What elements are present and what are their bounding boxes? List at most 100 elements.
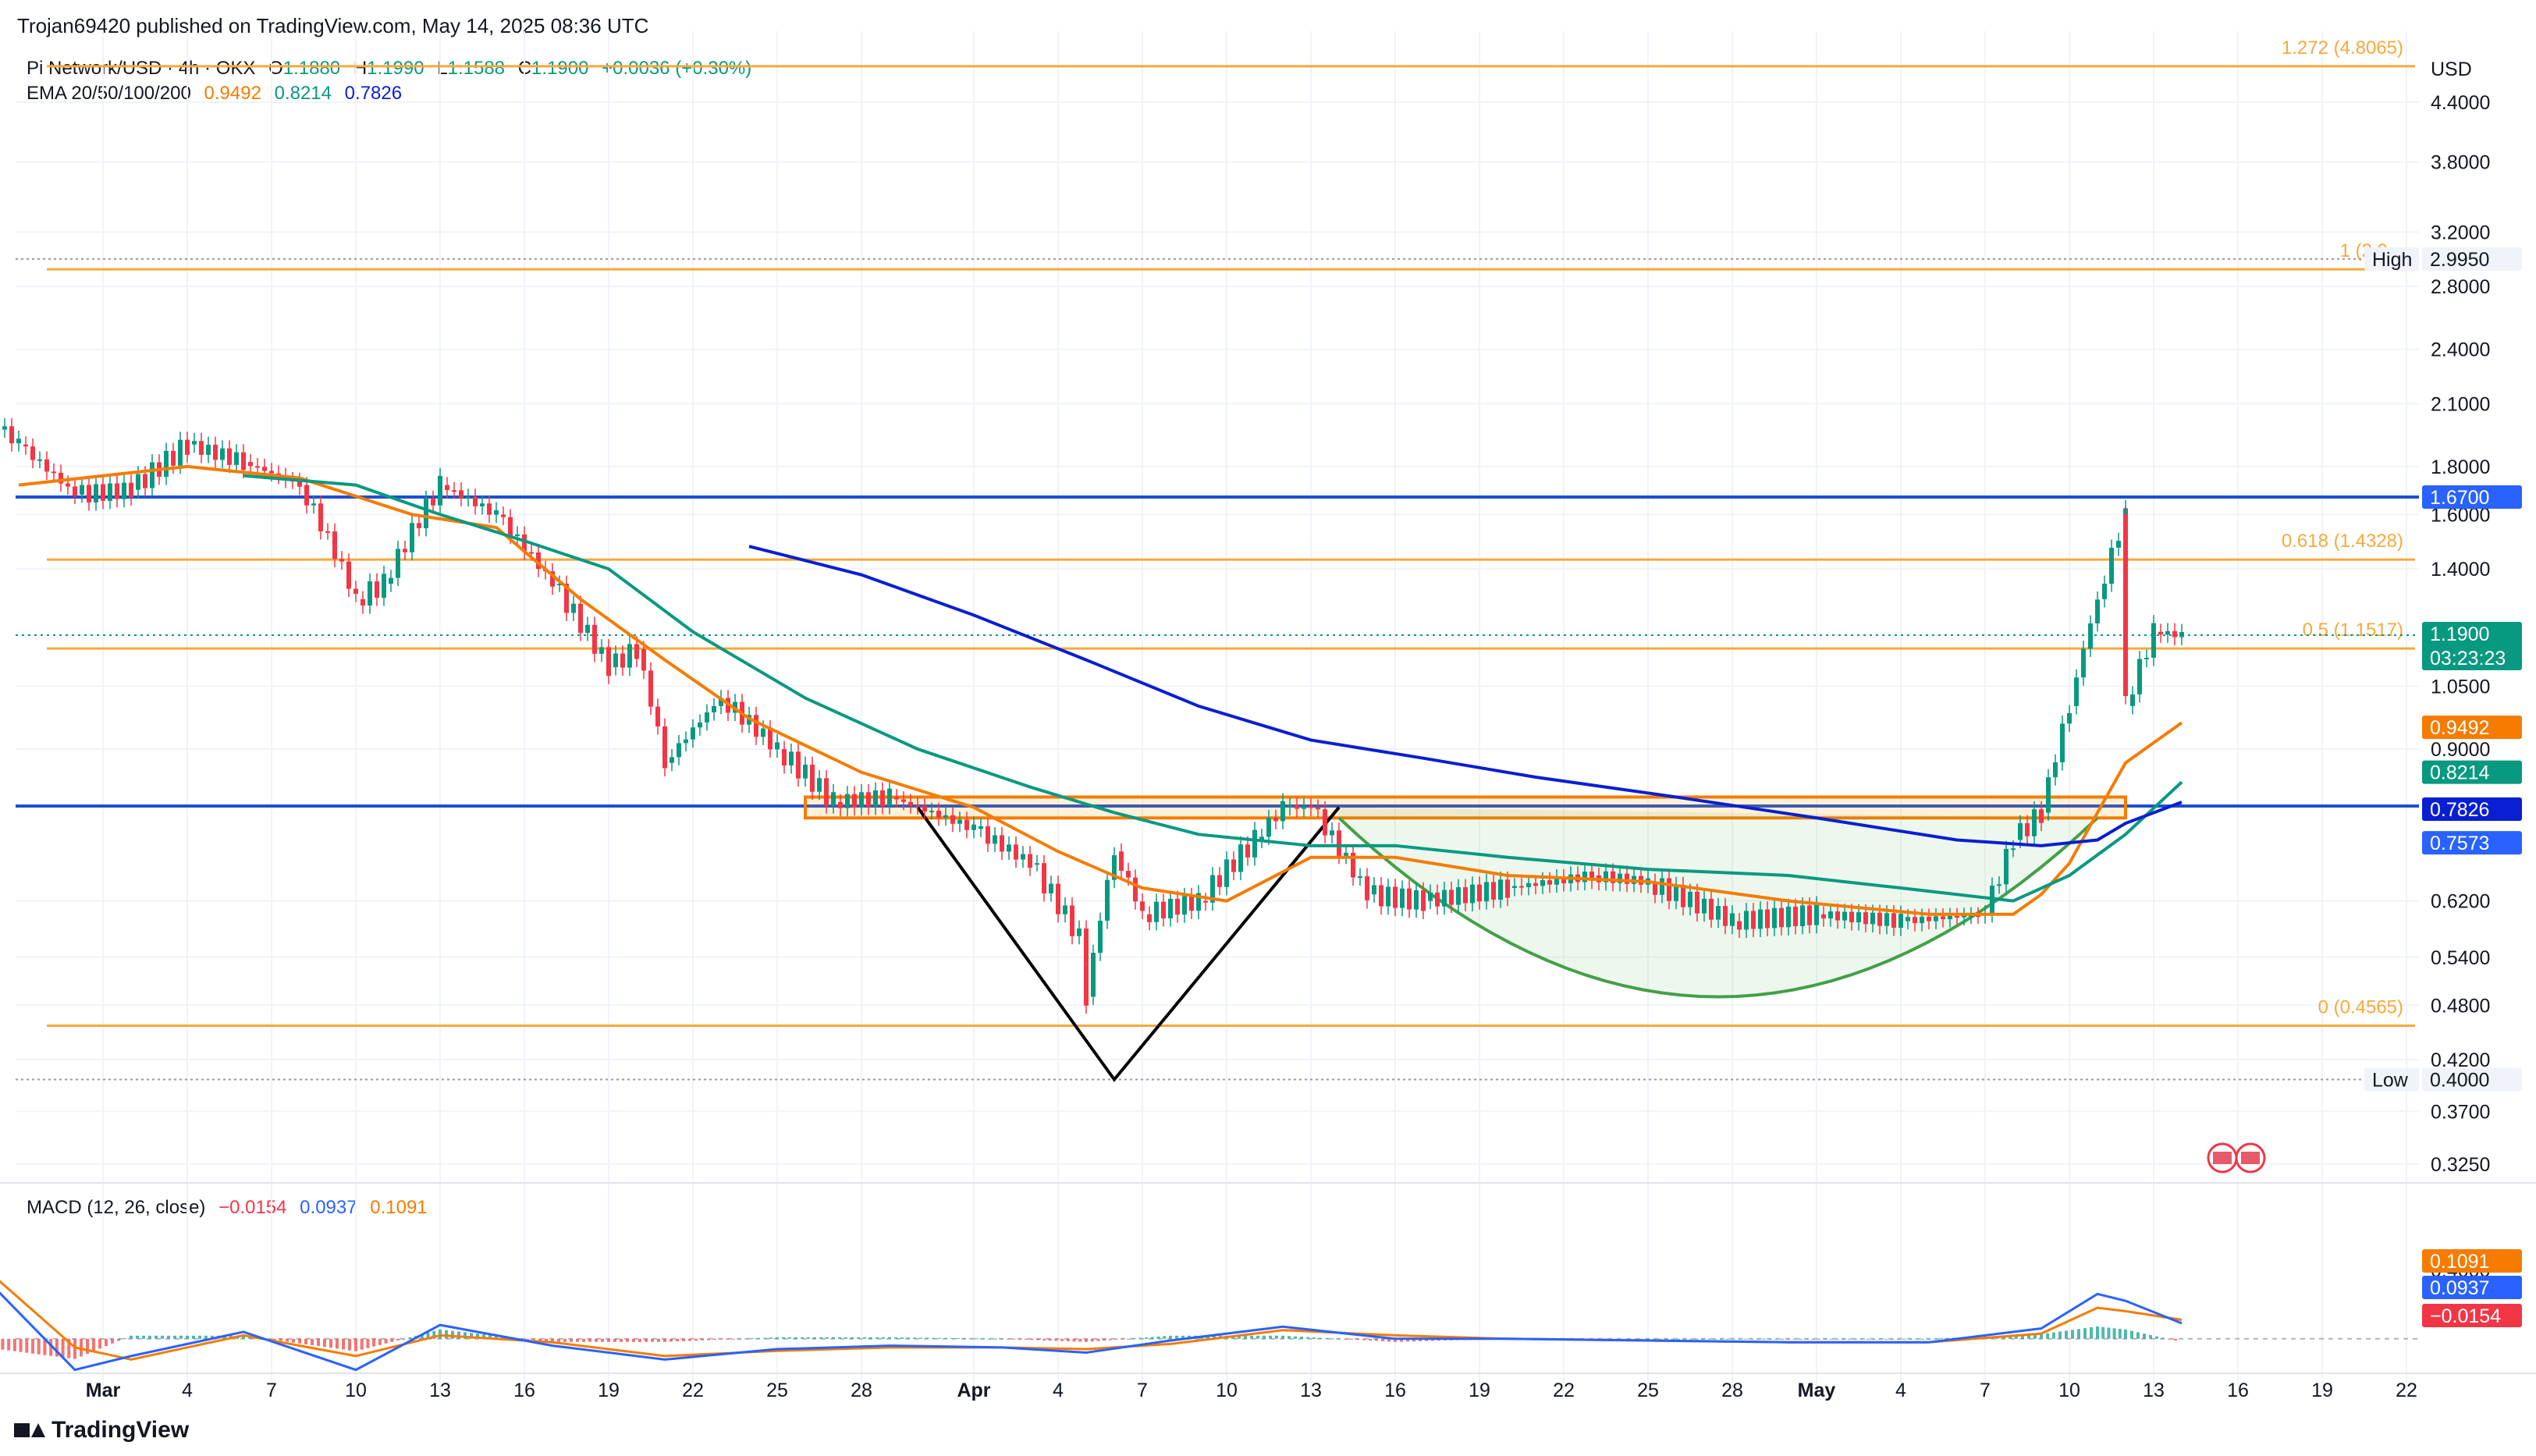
macd-histogram-bar xyxy=(12,1338,16,1351)
candle-body xyxy=(262,467,267,471)
candle-body xyxy=(2053,762,2058,778)
y-tick-label: 1.0500 xyxy=(2431,676,2490,698)
macd-histogram-bar xyxy=(638,1338,641,1342)
candle-body xyxy=(1695,891,1700,914)
x-tick-label: 25 xyxy=(1637,1380,1659,1401)
candle-body xyxy=(986,826,990,844)
candle-body xyxy=(23,444,28,447)
macd-histogram-bar xyxy=(1138,1337,1142,1339)
tradingview-logo[interactable]: TradingView xyxy=(14,1417,189,1444)
candle-body xyxy=(346,561,351,589)
candle-body xyxy=(655,706,660,726)
candle-body xyxy=(1456,886,1461,905)
x-tick-label: 13 xyxy=(429,1380,451,1401)
candle-body xyxy=(1891,913,1896,929)
candle-body xyxy=(1168,898,1173,919)
macd-histogram-bar xyxy=(136,1335,139,1339)
macd-histogram-bar xyxy=(1096,1338,1100,1341)
candle-body xyxy=(677,743,681,758)
candle-body xyxy=(866,792,871,807)
macd-histogram-bar xyxy=(888,1337,891,1339)
candle-body xyxy=(66,483,70,487)
candle-body xyxy=(1898,914,1903,929)
macd-histogram-bar xyxy=(1337,1338,1341,1340)
candle-body xyxy=(698,722,702,728)
macd-histogram-bar xyxy=(963,1338,966,1340)
x-tick-label: 22 xyxy=(2396,1380,2417,1401)
macd-histogram-bar xyxy=(563,1338,567,1342)
candle-body xyxy=(164,450,169,477)
macd-histogram-bar xyxy=(1048,1338,1052,1341)
macd-histogram-bar xyxy=(932,1337,935,1339)
macd-histogram-bar xyxy=(607,1338,610,1342)
candle-body xyxy=(2137,659,2142,694)
macd-histogram-bar xyxy=(1682,1338,1686,1340)
macd-histogram-bar xyxy=(1121,1338,1124,1340)
candle-body xyxy=(2081,648,2086,678)
candle-body xyxy=(1779,907,1784,928)
candle-body xyxy=(2039,809,2044,823)
macd-histogram-bar xyxy=(557,1338,560,1342)
candle-body xyxy=(1407,888,1412,910)
macd-histogram-bar xyxy=(179,1335,183,1339)
macd-histogram-bar xyxy=(838,1337,841,1339)
macd-histogram-bar xyxy=(857,1337,860,1339)
macd-histogram-bar xyxy=(938,1337,941,1339)
macd-signal-line xyxy=(0,1280,2183,1361)
macd-histogram-bar xyxy=(25,1338,29,1353)
candle-body xyxy=(1119,851,1124,872)
candle-body xyxy=(1014,844,1018,860)
macd-histogram-bar xyxy=(298,1338,301,1344)
macd-histogram-bar xyxy=(2052,1332,2055,1339)
candle-body xyxy=(1828,911,1833,919)
candle-body xyxy=(1688,891,1692,907)
macd-histogram-bar xyxy=(2058,1331,2062,1339)
macd-histogram-bar xyxy=(719,1338,723,1340)
candle-body xyxy=(1920,916,1924,924)
candle-body xyxy=(1821,914,1826,919)
macd-histogram-bar xyxy=(329,1338,332,1348)
macd-histogram-bar xyxy=(1362,1338,1366,1341)
price-chart[interactable]: 4.4000 3.8000 3.2000 2.8000 2.4000 2.1000 1.80… xyxy=(0,0,2536,1456)
candle-body xyxy=(487,503,492,515)
macd-histogram-bar xyxy=(1294,1336,1297,1339)
macd-histogram-bar xyxy=(1375,1338,1378,1341)
candle-body xyxy=(248,462,253,467)
macd-histogram-bar xyxy=(155,1335,158,1339)
macd-histogram-bar xyxy=(1799,1338,1803,1340)
macd-histogram-bar xyxy=(198,1335,201,1339)
candle-body xyxy=(382,574,386,598)
macd-histogram-bar xyxy=(1811,1338,1815,1340)
candle-body xyxy=(627,644,632,668)
candle-body xyxy=(2025,822,2030,836)
candle-body xyxy=(410,523,414,552)
candle-body xyxy=(529,552,534,554)
candle-body xyxy=(943,815,948,818)
candle-body xyxy=(571,603,576,613)
candle-body xyxy=(2158,631,2163,635)
macd-histogram-bar xyxy=(445,1330,448,1339)
macd-histogram-bar xyxy=(975,1338,979,1340)
candle-body xyxy=(1414,890,1419,910)
candle-body xyxy=(1716,906,1721,920)
macd-histogram-bar xyxy=(1036,1338,1040,1341)
candle-body xyxy=(1358,876,1362,879)
price-badge-value: 1.1900 xyxy=(2430,623,2489,645)
macd-histogram-bar xyxy=(348,1338,351,1351)
macd-histogram-bar xyxy=(396,1338,400,1341)
candle-body xyxy=(796,751,801,779)
macd-histogram-bar xyxy=(2107,1327,2111,1339)
macd-histogram-bar xyxy=(1175,1335,1178,1339)
macd-histogram-bar xyxy=(408,1337,412,1339)
candle-body xyxy=(1723,906,1728,926)
macd-histogram-bar xyxy=(957,1338,960,1340)
macd-histogram-bar xyxy=(1256,1335,1259,1339)
macd-histogram-bar xyxy=(1805,1338,1809,1340)
candle-body xyxy=(1737,921,1742,930)
macd-histogram-bar xyxy=(1658,1338,1662,1340)
macd-histogram-bar xyxy=(1854,1338,1858,1340)
candle-body xyxy=(1470,884,1475,904)
candle-body xyxy=(578,603,583,634)
candle-body xyxy=(325,531,330,533)
candle-body xyxy=(1512,886,1517,889)
